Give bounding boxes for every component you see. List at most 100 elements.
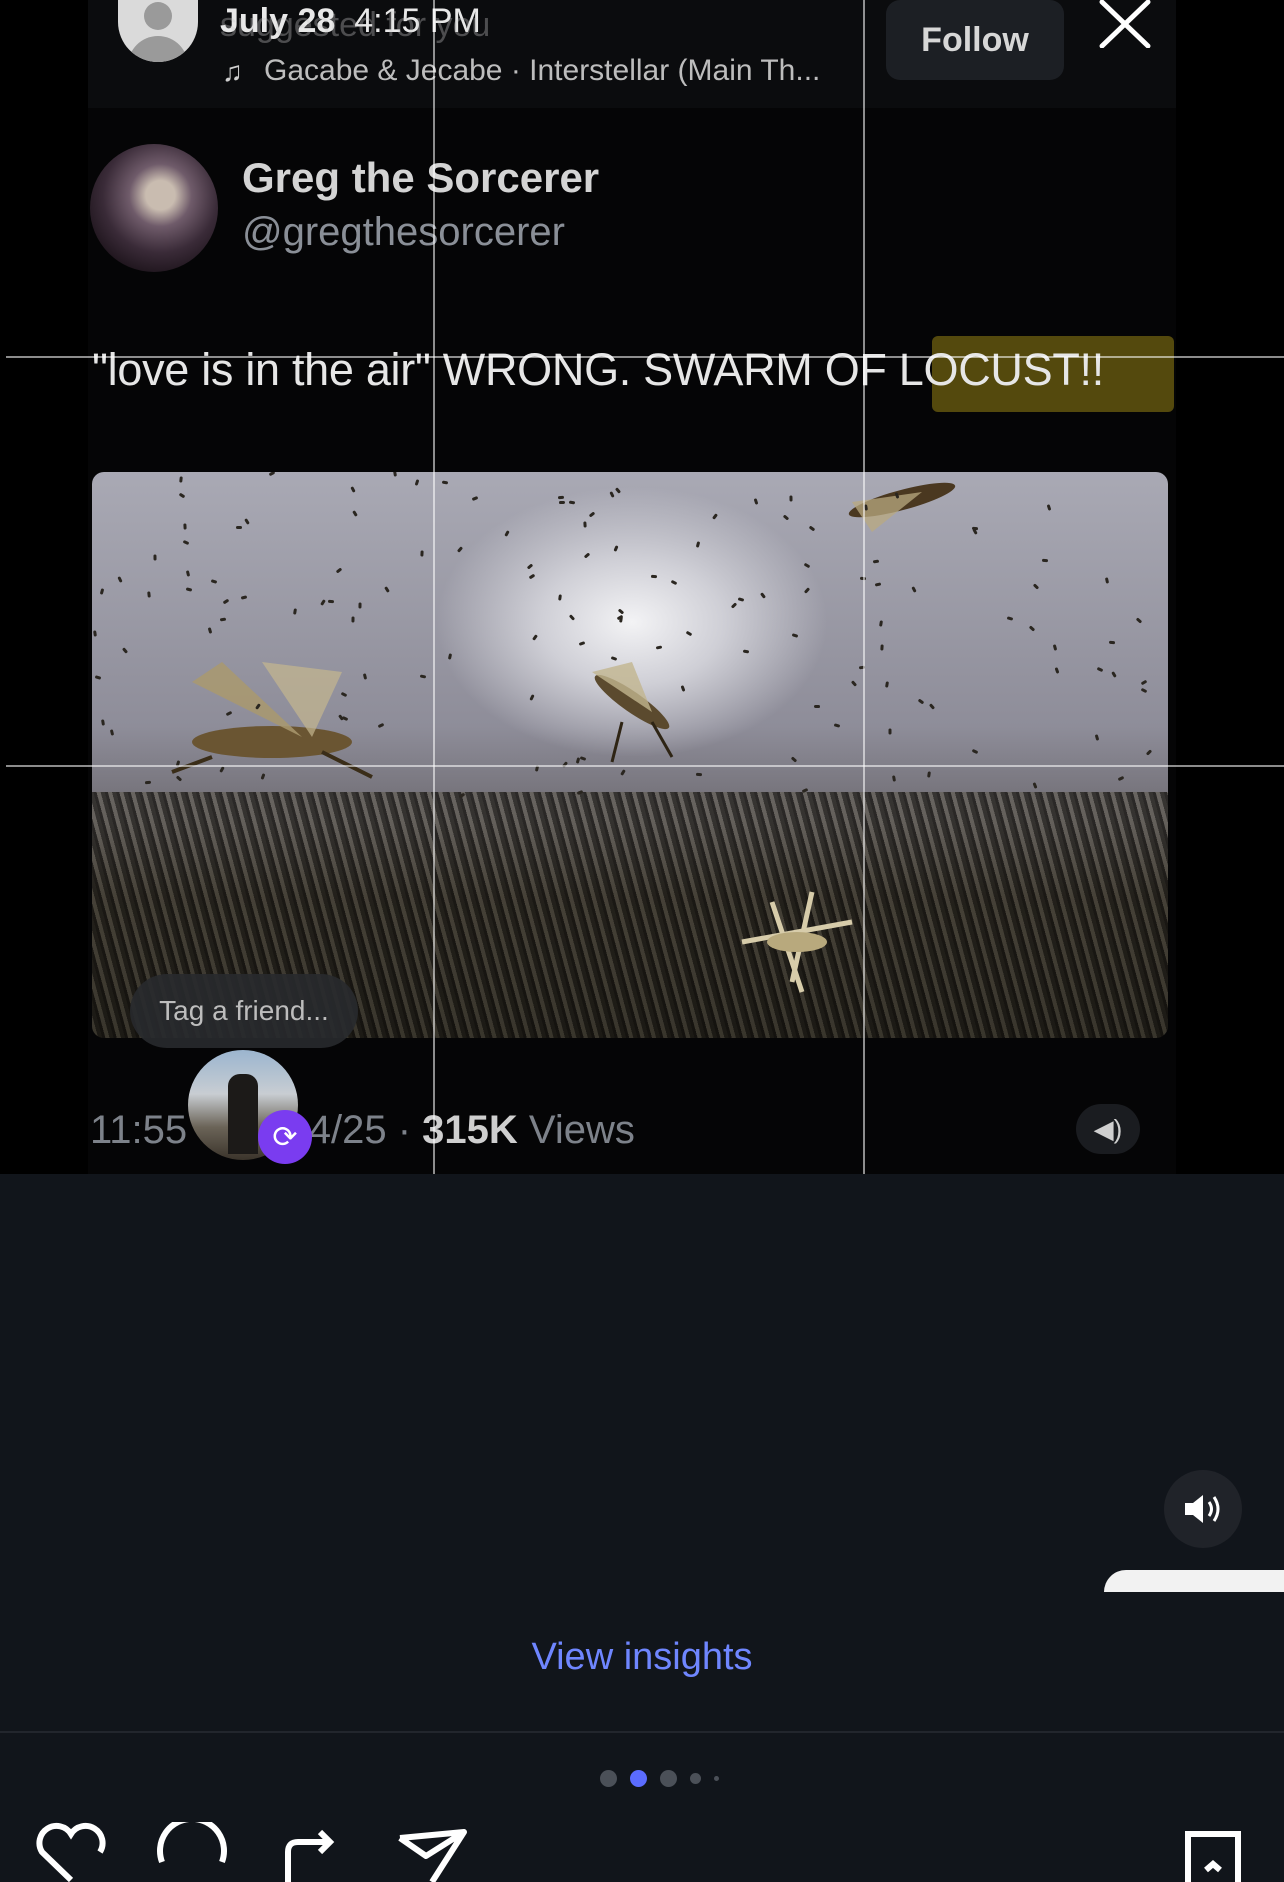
locust-speck: [568, 614, 576, 621]
sheet-handle[interactable]: [1104, 1570, 1284, 1592]
locust-speck: [1108, 640, 1116, 645]
locust-speck: [695, 541, 701, 548]
locust-speck: [1096, 666, 1104, 673]
locust-speck: [182, 539, 190, 546]
locust-speck: [685, 630, 693, 637]
locust-speck: [1111, 671, 1117, 678]
locust-speck: [583, 552, 591, 559]
locust-speck: [850, 680, 858, 687]
locust-speck: [532, 634, 538, 641]
heart-icon[interactable]: [34, 1822, 108, 1882]
locust-speck: [928, 703, 936, 710]
locust-speck: [351, 616, 355, 623]
locust-speck: [94, 675, 102, 680]
close-icon[interactable]: [1096, 0, 1154, 48]
speaker-icon[interactable]: [1164, 1470, 1242, 1548]
locust-speck: [420, 550, 424, 557]
locust-speck: [803, 587, 811, 594]
locust-speck: [529, 694, 535, 701]
locust-speck: [327, 599, 335, 604]
grid-line-v1: [433, 0, 435, 1174]
locust-speck: [578, 641, 586, 646]
locust-speck: [971, 748, 979, 755]
locust-speck: [872, 559, 880, 564]
comment-icon[interactable]: [156, 1822, 230, 1882]
tweet-meta: 11:55 /14/25 · 315K Views: [90, 1108, 635, 1153]
page-dot: [600, 1770, 617, 1787]
repost-icon: ⟳: [258, 1110, 312, 1164]
tag-friend-prompt[interactable]: Tag a friend...: [130, 974, 358, 1048]
locust-speck: [558, 500, 566, 505]
locust-speck: [117, 576, 123, 583]
locust-top-right: [848, 482, 956, 532]
locust-speck: [1046, 504, 1052, 511]
locust-speck: [789, 495, 793, 502]
locust-speck: [782, 514, 790, 521]
locust-speck: [885, 681, 889, 688]
locust-speck: [1140, 687, 1148, 694]
locust-speck: [244, 518, 250, 525]
locust-speck: [1145, 749, 1153, 756]
locust-speck: [613, 545, 619, 552]
author-handle: @gregthesorcerer: [242, 210, 565, 254]
locust-speck: [888, 728, 892, 735]
locust-speck: [803, 562, 811, 569]
locust-speck: [609, 491, 615, 498]
locust-speck: [320, 599, 326, 606]
locust-speck: [1140, 679, 1148, 686]
locust-speck: [350, 486, 356, 493]
views-count: 315K: [422, 1108, 518, 1152]
repost-share-icon[interactable]: [278, 1822, 352, 1882]
locust-speck: [526, 563, 534, 570]
locust-speck: [528, 573, 536, 580]
locust-speck: [833, 723, 841, 728]
locust-speck: [1094, 734, 1100, 741]
author-name: Greg the Sorcerer: [242, 154, 600, 201]
locust-speck: [1032, 583, 1040, 590]
locust-speck: [927, 771, 931, 778]
author-avatar: [90, 144, 218, 272]
locust-speck: [557, 495, 565, 500]
locust-speck: [153, 554, 157, 561]
locust-speck: [240, 595, 248, 600]
locust-speck: [588, 511, 596, 518]
locust-speck: [178, 492, 186, 499]
locust-speck: [101, 719, 105, 726]
locust-speck: [293, 608, 297, 615]
page-dot: [690, 1773, 701, 1784]
locust-speck: [583, 521, 587, 528]
locust-speck: [730, 602, 738, 609]
locust-speck: [222, 598, 230, 605]
follow-button[interactable]: Follow: [886, 0, 1064, 80]
locust-speck: [670, 579, 678, 586]
bookmark-icon[interactable]: [1176, 1822, 1250, 1882]
locust-speck: [210, 579, 218, 584]
locust-speck: [813, 704, 821, 709]
locust-speck: [414, 479, 420, 486]
locust-speck: [911, 586, 917, 593]
music-note-icon: ♫: [222, 56, 243, 87]
send-icon[interactable]: [396, 1822, 470, 1882]
view-insights-link[interactable]: View insights: [0, 1636, 1284, 1679]
locust-speck: [617, 608, 625, 615]
tweet-text: "love is in the air" WRONG. SWARM OF LOC…: [92, 344, 1104, 395]
suggested-label: suggested for you: [220, 6, 491, 44]
locust-speck: [456, 546, 464, 553]
music-track[interactable]: Gacabe & Jecabe · Interstellar (Main Th.…: [264, 54, 820, 88]
speaker-icon: ◀): [1076, 1104, 1140, 1154]
page-dot: [660, 1770, 677, 1787]
locust-speck: [447, 653, 453, 660]
locust-center: [592, 662, 674, 763]
locust-speck: [874, 582, 882, 587]
locust-speck: [1054, 667, 1060, 674]
locust-speck: [737, 597, 745, 602]
locust-speck: [655, 645, 663, 650]
grid-line-h2: [6, 765, 1284, 767]
locust-speck: [419, 674, 427, 679]
locust-speck: [219, 617, 227, 622]
locust-speck: [185, 570, 191, 577]
locust-speck: [147, 591, 151, 598]
locust-bottom: [741, 891, 853, 993]
locust-left: [171, 662, 373, 779]
locust-speck: [121, 647, 129, 654]
